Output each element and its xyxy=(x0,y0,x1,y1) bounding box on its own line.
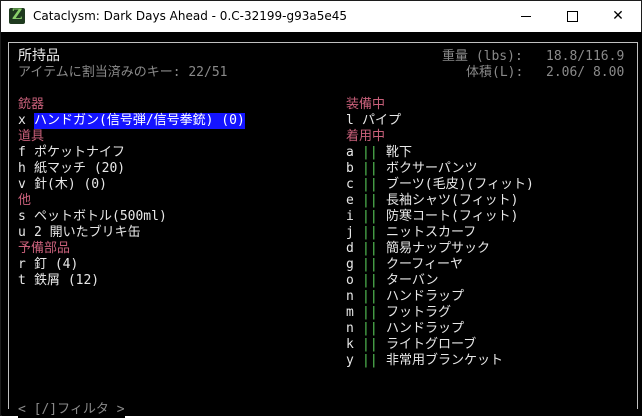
item-hotkey[interactable]: e xyxy=(346,193,354,209)
item-hotkey[interactable]: t xyxy=(18,273,26,289)
item-hotkey[interactable]: n xyxy=(346,289,354,305)
item-hotkey[interactable]: b xyxy=(346,161,354,177)
category-header: 着用中 xyxy=(346,129,386,144)
item-hotkey[interactable]: m xyxy=(346,305,354,321)
inventory-item[interactable]: 鉄屑 (12) xyxy=(34,273,99,289)
worn-marker: || xyxy=(362,161,378,176)
worn-marker: || xyxy=(362,145,378,160)
inventory-item[interactable]: 針(木) (0) xyxy=(34,177,107,193)
worn-item[interactable]: ハンドラップ xyxy=(386,321,464,337)
volume-value: 2.06/ 8.00 xyxy=(546,65,625,80)
item-hotkey[interactable]: x xyxy=(18,113,26,129)
item-hotkey[interactable]: i xyxy=(346,209,354,225)
item-hotkey[interactable]: u xyxy=(18,225,26,241)
maximize-button[interactable] xyxy=(549,1,595,32)
worn-item[interactable]: 防寒コート(フィット) xyxy=(386,209,518,225)
item-hotkey[interactable]: n xyxy=(346,321,354,337)
item-hotkey[interactable]: j xyxy=(346,225,354,241)
item-hotkey[interactable]: s xyxy=(18,209,26,225)
category-header: 装備中 xyxy=(346,97,386,112)
worn-item[interactable]: フットラグ xyxy=(386,305,451,321)
worn-item[interactable]: 簡易ナップサック xyxy=(386,241,490,257)
worn-marker: || xyxy=(362,193,378,208)
terminal-area: 所持品 アイテムに割当済みのキー: 22/51 重量 (lbs): 18.8/1… xyxy=(2,32,642,418)
category-header: 銃器 xyxy=(18,97,45,112)
window-title: Cataclysm: Dark Days Ahead - 0.C-32199-g… xyxy=(33,9,347,23)
item-hotkey[interactable]: a xyxy=(346,145,354,161)
volume-label: 体積(L): xyxy=(466,65,524,80)
worn-item[interactable]: ターバン xyxy=(386,273,439,289)
item-hotkey[interactable]: o xyxy=(346,273,354,289)
worn-marker: || xyxy=(362,209,378,224)
worn-item[interactable]: ボクサーパンツ xyxy=(386,161,478,177)
worn-marker: || xyxy=(362,289,378,304)
item-hotkey[interactable]: c xyxy=(346,177,354,193)
inventory-item[interactable]: 紙マッチ (20) xyxy=(34,161,125,177)
category-header: 道具 xyxy=(18,129,45,144)
close-button[interactable]: ✕ xyxy=(595,1,641,32)
weight-value: 18.8/116.9 xyxy=(546,49,625,64)
maximize-icon xyxy=(566,10,578,22)
item-hotkey[interactable]: d xyxy=(346,241,354,257)
worn-item[interactable]: 長袖シャツ(フィット) xyxy=(386,193,518,209)
weight-label: 重量 (lbs): xyxy=(442,49,523,64)
inventory-item[interactable]: ペットボトル(500ml) xyxy=(34,209,167,225)
worn-item[interactable]: 非常用ブランケット xyxy=(386,353,503,369)
wielded-item[interactable]: パイプ xyxy=(362,113,401,129)
item-hotkey[interactable]: l xyxy=(346,113,354,129)
inventory-item[interactable]: 2 開いたブリキ缶 xyxy=(34,225,141,241)
item-hotkey[interactable]: g xyxy=(346,257,354,273)
worn-marker: || xyxy=(362,337,378,352)
selected-inventory-item[interactable]: ハンドガン(信号弾/信号拳銃) (0) xyxy=(34,113,245,129)
worn-item[interactable]: ニットスカーフ xyxy=(386,225,476,241)
item-hotkey[interactable]: v xyxy=(18,177,26,193)
item-hotkey[interactable]: h xyxy=(18,161,26,177)
inventory-title: 所持品 xyxy=(18,48,60,64)
worn-item[interactable]: ライトグローブ xyxy=(386,337,476,353)
game-window: Cataclysm: Dark Days Ahead - 0.C-32199-g… xyxy=(0,0,642,418)
category-header: 他 xyxy=(18,193,32,208)
category-header: 予備部品 xyxy=(18,241,71,256)
worn-item[interactable]: ハンドラップ xyxy=(386,289,464,305)
inventory-item[interactable]: 釘 (4) xyxy=(34,257,78,273)
minimize-button[interactable] xyxy=(503,1,549,32)
minimize-icon xyxy=(521,15,531,17)
worn-item[interactable]: クーフィーヤ xyxy=(386,257,463,273)
item-hotkey[interactable]: r xyxy=(18,257,26,273)
item-hotkey[interactable]: k xyxy=(346,337,354,353)
close-icon: ✕ xyxy=(612,8,624,24)
title-bar[interactable]: Cataclysm: Dark Days Ahead - 0.C-32199-g… xyxy=(1,1,641,32)
inventory-item[interactable]: ポケットナイフ xyxy=(34,145,125,161)
worn-marker: || xyxy=(362,177,378,192)
worn-marker: || xyxy=(362,321,378,336)
worn-item[interactable]: 靴下 xyxy=(386,145,412,161)
worn-marker: || xyxy=(362,273,378,288)
item-hotkey[interactable]: y xyxy=(346,353,354,369)
worn-item[interactable]: ブーツ(毛皮)(フィット) xyxy=(386,177,534,193)
worn-marker: || xyxy=(362,225,378,240)
worn-marker: || xyxy=(362,305,378,320)
assigned-keys-count: アイテムに割当済みのキー: 22/51 xyxy=(18,65,228,80)
worn-marker: || xyxy=(362,353,378,368)
worn-marker: || xyxy=(362,241,378,256)
worn-marker: || xyxy=(362,257,378,272)
item-hotkey[interactable]: f xyxy=(18,145,26,161)
cataclysm-z-icon xyxy=(9,7,25,24)
